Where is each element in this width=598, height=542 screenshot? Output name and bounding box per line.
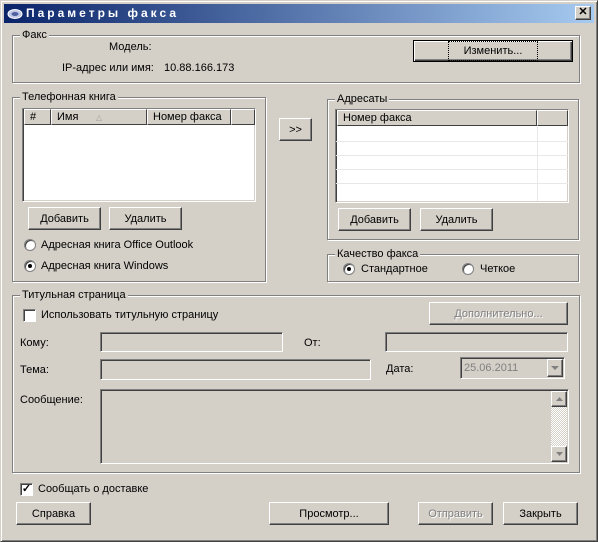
- phonebook-delete-button[interactable]: Удалить: [109, 207, 182, 230]
- fax-quality-group-label: Качество факса: [335, 247, 421, 261]
- date-label: Дата:: [386, 363, 414, 375]
- radio-quality-standard[interactable]: [343, 263, 355, 275]
- close-icon: ✕: [578, 6, 588, 18]
- radio-windows-book[interactable]: [24, 260, 36, 272]
- phonebook-col-number-label: #: [30, 111, 37, 123]
- close-button-label: Закрыть: [519, 507, 562, 520]
- subject-field[interactable]: [100, 359, 371, 380]
- use-cover-label[interactable]: Использовать титульную страницу: [41, 308, 218, 322]
- recipients-delete-label: Удалить: [435, 213, 478, 226]
- recipients-group-label: Адресаты: [335, 92, 390, 106]
- recipients-col-fax[interactable]: Номер факса: [337, 110, 537, 126]
- sort-icon: △: [96, 113, 103, 122]
- phonebook-delete-label: Удалить: [124, 212, 167, 225]
- notify-delivery-label[interactable]: Сообщать о доставке: [38, 482, 148, 496]
- fax-group-label: Факс: [20, 28, 49, 42]
- title-bar[interactable]: Параметры факса ✕: [4, 4, 594, 23]
- move-button-label: >>: [289, 123, 302, 136]
- chevron-down-icon: [551, 365, 559, 370]
- advanced-button[interactable]: Дополнительно...: [429, 302, 568, 325]
- recipients-delete-button[interactable]: Удалить: [420, 208, 493, 231]
- close-button[interactable]: Закрыть: [503, 502, 578, 525]
- recipients-row-line: [336, 155, 568, 156]
- windows-book-label[interactable]: Адресная книга Windows: [41, 259, 168, 273]
- from-label: От:: [304, 337, 321, 349]
- phonebook-col-number[interactable]: #: [24, 109, 51, 125]
- recipients-add-label: Добавить: [350, 213, 399, 226]
- radio-outlook-book[interactable]: [24, 239, 36, 251]
- date-dropdown-button[interactable]: [547, 359, 563, 377]
- quality-fine-label[interactable]: Четкое: [480, 262, 515, 276]
- close-window-button[interactable]: ✕: [575, 6, 591, 20]
- window-title: Параметры факса: [26, 6, 179, 20]
- scroll-up-button[interactable]: [551, 391, 567, 407]
- checkmark-icon: ✓: [21, 483, 32, 495]
- change-fax-button[interactable]: Изменить...: [413, 40, 573, 62]
- recipients-col-extra[interactable]: [537, 110, 568, 126]
- message-label: Сообщение:: [20, 394, 83, 406]
- send-button[interactable]: Отправить: [418, 502, 493, 525]
- date-picker[interactable]: 25.06.2011: [460, 357, 565, 379]
- send-button-label: Отправить: [428, 507, 483, 520]
- help-button[interactable]: Справка: [16, 502, 91, 525]
- change-fax-button-label: Изменить...: [447, 41, 539, 61]
- recipients-row-line: [336, 141, 568, 142]
- subject-label: Тема:: [20, 364, 49, 376]
- arrow-up-icon: [555, 397, 563, 401]
- use-cover-checkbox[interactable]: [23, 309, 36, 322]
- ip-label: IP-адрес или имя:: [62, 62, 154, 74]
- fax-settings-window: Параметры факса ✕ Факс Модель: IP-адрес …: [0, 0, 598, 542]
- phonebook-list[interactable]: # Имя △ Номер факса: [22, 108, 256, 202]
- recipients-col-divider: [537, 127, 538, 201]
- preview-button[interactable]: Просмотр...: [269, 502, 389, 525]
- phonebook-col-filler: [231, 109, 255, 125]
- recipients-row-line: [336, 183, 568, 184]
- date-value: 25.06.2011: [464, 362, 519, 374]
- quality-standard-label[interactable]: Стандартное: [361, 262, 428, 276]
- cover-page-group-label: Титульная страница: [20, 288, 128, 302]
- phonebook-col-name[interactable]: Имя △: [51, 109, 147, 125]
- arrow-down-icon: [555, 452, 563, 456]
- recipients-col-fax-label: Номер факса: [343, 112, 412, 124]
- to-label: Кому:: [20, 337, 49, 349]
- fax-app-icon: [7, 9, 23, 19]
- recipients-list[interactable]: Номер факса: [335, 109, 569, 203]
- phonebook-add-button[interactable]: Добавить: [28, 207, 101, 230]
- help-button-label: Справка: [31, 507, 76, 520]
- outlook-book-label[interactable]: Адресная книга Office Outlook: [41, 238, 193, 252]
- recipients-add-button[interactable]: Добавить: [338, 208, 411, 231]
- model-label: Модель:: [109, 41, 152, 53]
- notify-delivery-checkbox[interactable]: ✓: [20, 483, 33, 496]
- phonebook-col-name-label: Имя: [57, 111, 79, 123]
- advanced-button-label: Дополнительно...: [454, 307, 543, 320]
- message-scrollbar[interactable]: [551, 391, 567, 462]
- message-field[interactable]: [100, 389, 569, 464]
- phonebook-group-label: Телефонная книга: [20, 90, 118, 104]
- radio-quality-fine[interactable]: [462, 263, 474, 275]
- ip-value: 10.88.166.173: [164, 62, 235, 74]
- recipients-row-line: [336, 169, 568, 170]
- from-field[interactable]: [385, 332, 568, 352]
- move-to-recipients-button[interactable]: >>: [279, 118, 312, 141]
- phonebook-add-label: Добавить: [40, 212, 89, 225]
- scroll-down-button[interactable]: [551, 446, 567, 462]
- phonebook-col-fax[interactable]: Номер факса: [147, 109, 231, 125]
- phonebook-col-fax-label: Номер факса: [153, 111, 222, 123]
- preview-button-label: Просмотр...: [299, 507, 359, 520]
- to-field[interactable]: [100, 332, 283, 352]
